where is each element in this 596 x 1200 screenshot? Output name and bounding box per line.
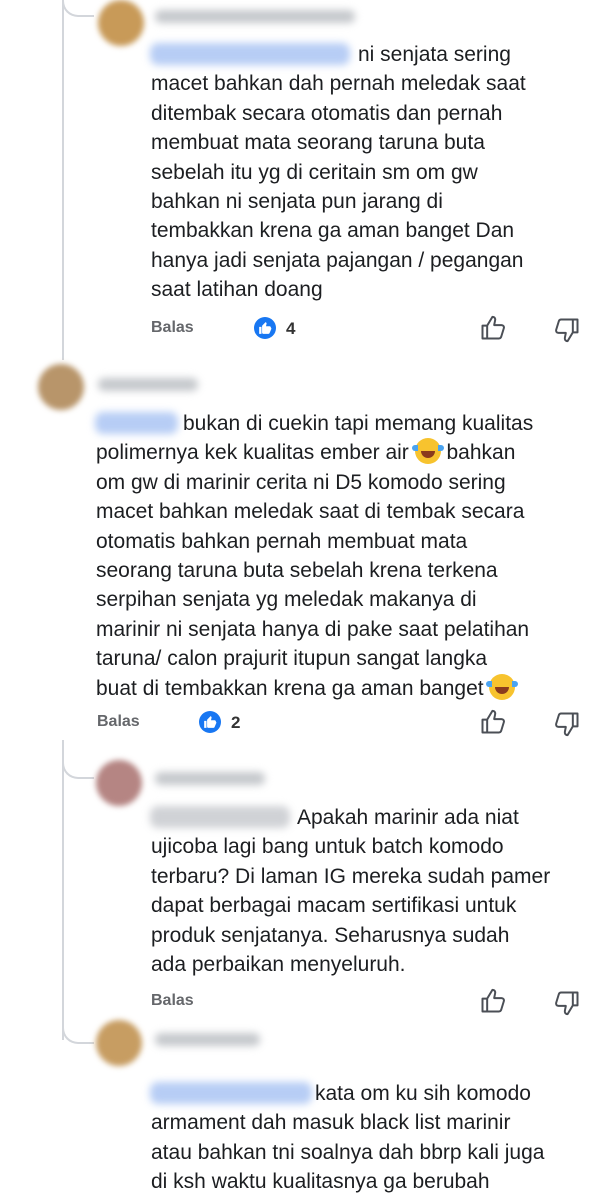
like-badge-icon xyxy=(254,317,276,339)
like-count: 4 xyxy=(286,319,296,338)
thumbs-down-icon[interactable] xyxy=(550,313,584,347)
like-count: 2 xyxy=(231,713,241,732)
thumbs-down-icon[interactable] xyxy=(550,986,584,1020)
thumbs-up-icon[interactable] xyxy=(476,984,510,1018)
comment-text-part: bahkan om gw di marinir cerita ni D5 kom… xyxy=(96,441,530,700)
author-name[interactable] xyxy=(155,1033,260,1046)
thread-line xyxy=(62,740,64,1040)
thumbs-up-icon[interactable] xyxy=(476,311,510,345)
reply-button[interactable]: Balas xyxy=(151,319,194,337)
avatar[interactable] xyxy=(96,1020,142,1066)
avatar[interactable] xyxy=(98,0,144,46)
thumbs-down-icon[interactable] xyxy=(550,707,584,741)
thread-connector xyxy=(62,0,94,17)
avatar[interactable] xyxy=(96,760,142,806)
thread-connector xyxy=(62,755,94,779)
laughing-emoji-icon xyxy=(411,438,444,465)
thread-connector xyxy=(62,1020,94,1044)
like-badge-icon xyxy=(199,711,221,733)
thread-line xyxy=(62,0,64,360)
comment-text: Apakah marinir ada niat ujicoba lagi ban… xyxy=(151,806,551,977)
author-name[interactable] xyxy=(155,10,355,23)
thumbs-up-icon[interactable] xyxy=(476,705,510,739)
author-name[interactable] xyxy=(98,378,198,391)
author-name[interactable] xyxy=(155,772,265,785)
avatar[interactable] xyxy=(38,364,84,410)
comment-text: ni senjata sering macet bahkan dah perna… xyxy=(151,43,526,302)
reply-button[interactable]: Balas xyxy=(151,992,194,1010)
reply-button[interactable]: Balas xyxy=(97,713,140,731)
comment-text: bukan di cuekin tapi memang kualitas pol… xyxy=(96,409,533,703)
laughing-emoji-icon xyxy=(486,673,519,700)
comment-text: kata om ku sih komodo armament dah masuk… xyxy=(151,1082,545,1194)
